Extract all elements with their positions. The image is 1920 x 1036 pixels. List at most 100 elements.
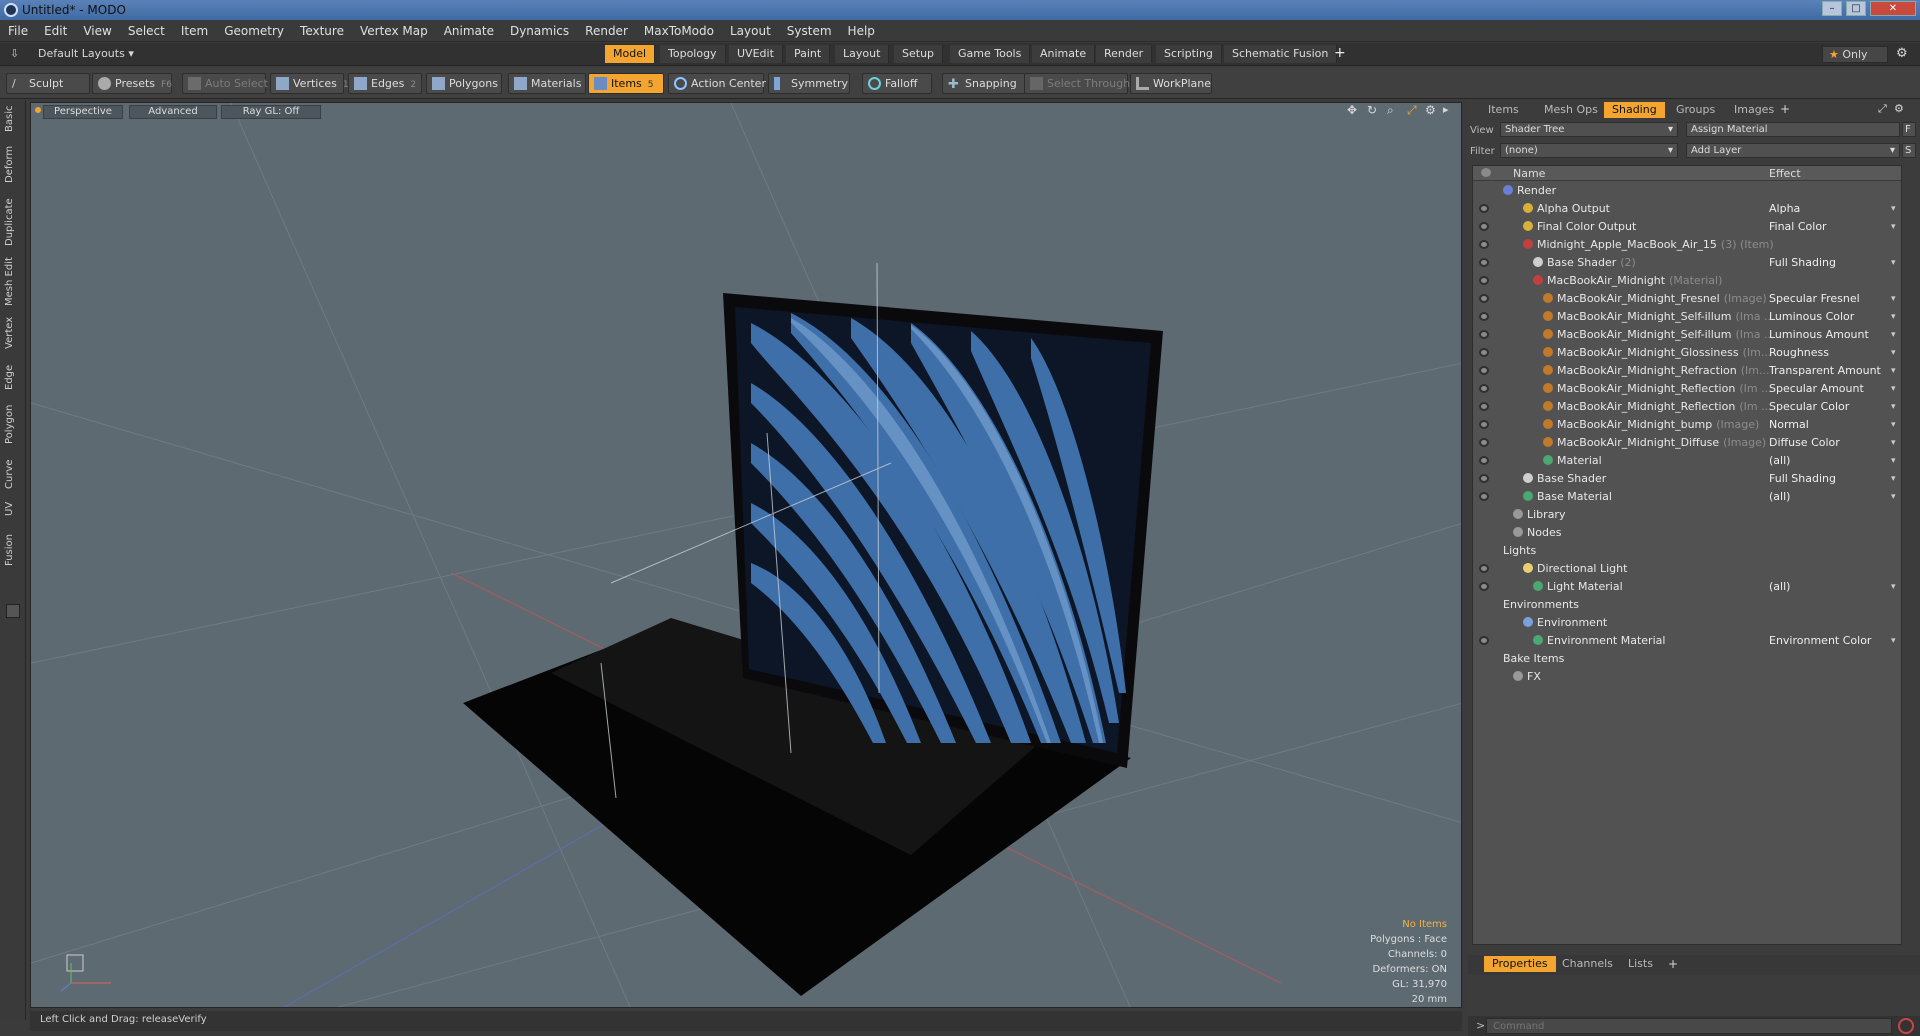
shader-tree-row[interactable]: MacBookAir_Midnight_Reflection (Im ... Spe… [1473,398,1901,416]
shader-tree-row[interactable]: MacBookAir_Midnight_Glossiness (Im... Roug… [1473,344,1901,362]
row-effect[interactable]: Specular Fresnel [1769,290,1860,308]
effect-dropdown-icon[interactable]: ▾ [1891,200,1896,218]
row-effect[interactable]: (all) [1769,488,1790,506]
shader-tree-row[interactable]: Lights [1473,542,1901,560]
row-effect[interactable]: Luminous Color [1769,308,1854,326]
row-effect[interactable]: Specular Amount [1769,380,1864,398]
toolbox-toggle-icon[interactable] [6,604,20,618]
tab-deform[interactable]: Deform [4,144,22,184]
menu-layout[interactable]: Layout [722,20,779,42]
effect-dropdown-icon[interactable]: ▾ [1891,254,1896,272]
visibility-eye-icon[interactable] [1479,438,1489,447]
shader-tree-row[interactable]: Render [1473,182,1901,200]
visibility-eye-icon[interactable] [1479,330,1489,339]
row-effect[interactable]: Specular Color [1769,398,1849,416]
visibility-eye-icon[interactable] [1479,240,1489,249]
advanced-button[interactable]: Advanced [129,105,217,119]
tab-topology[interactable]: Topology [660,45,726,63]
tab-render[interactable]: Render [1096,45,1153,63]
gear-icon[interactable]: ⚙ [1896,46,1908,61]
tab-lists[interactable]: Lists [1620,956,1661,972]
visibility-eye-icon[interactable] [1479,204,1489,213]
menu-vertex-map[interactable]: Vertex Map [352,20,436,42]
tab-images[interactable]: Images [1726,102,1782,118]
symmetry-button[interactable]: Symmetry [768,73,850,94]
select-through-button[interactable]: Select Through [1024,73,1130,94]
effect-dropdown-icon[interactable]: ▾ [1891,326,1896,344]
shader-tree-row[interactable]: Base Material (all) ▾ [1473,488,1901,506]
3d-viewport[interactable]: Perspective Advanced Ray GL: Off ✥ ↻ ⌕ ⤢… [30,102,1462,1008]
shader-tree-row[interactable]: Environment [1473,614,1901,632]
tab-vertex[interactable]: Vertex [4,314,22,352]
effect-dropdown-icon[interactable]: ▾ [1891,380,1896,398]
tab-channels[interactable]: Channels [1554,956,1621,972]
menu-render[interactable]: Render [577,20,636,42]
shader-tree-row[interactable]: MacBookAir_Midnight_Fresnel (Image) Specul… [1473,290,1901,308]
menu-maxtomodo[interactable]: MaxToModo [636,20,722,42]
effect-dropdown-icon[interactable]: ▾ [1891,470,1896,488]
visibility-eye-icon[interactable] [1479,492,1489,501]
workplane-button[interactable]: WorkPlane [1130,73,1212,94]
menu-texture[interactable]: Texture [292,20,352,42]
assign-material-button[interactable]: Assign Material [1686,122,1900,137]
row-effect[interactable]: Roughness [1769,344,1829,362]
snapping-button[interactable]: ✚ Snapping [942,73,1026,94]
shader-tree-row[interactable]: Material (all) ▾ [1473,452,1901,470]
effect-dropdown-icon[interactable]: ▾ [1891,452,1896,470]
filter-dropdown[interactable]: (none) ▾ [1500,143,1678,158]
only-toggle[interactable]: ★ Only [1822,46,1888,63]
shader-tree-row[interactable]: MacBookAir_Midnight_Diffuse (Image) Diffus… [1473,434,1901,452]
menu-geometry[interactable]: Geometry [216,20,292,42]
sculpt-button[interactable]: / Sculpt [6,73,90,94]
column-effect[interactable]: Effect [1769,167,1801,180]
menu-select[interactable]: Select [120,20,173,42]
shader-tree-row[interactable]: Bake Items [1473,650,1901,668]
row-effect[interactable]: Environment Color [1769,632,1871,650]
effect-dropdown-icon[interactable]: ▾ [1891,398,1896,416]
maximize-button[interactable]: □ [1846,1,1866,16]
visibility-eye-icon[interactable] [1479,222,1489,231]
close-button[interactable]: ✕ [1870,1,1916,16]
visibility-eye-icon[interactable] [1479,474,1489,483]
effect-dropdown-icon[interactable]: ▾ [1891,578,1896,596]
layer-shortcut-button[interactable]: S [1902,143,1916,158]
viewport-menu-icon[interactable] [35,107,41,113]
tab-items[interactable]: Items [1480,102,1527,118]
add-panel-tab-icon[interactable]: + [1780,102,1790,116]
vertices-button[interactable]: Vertices 1 [270,73,349,94]
assign-shortcut-button[interactable]: F [1902,122,1916,137]
menu-item[interactable]: Item [173,20,216,42]
effect-dropdown-icon[interactable]: ▾ [1891,416,1896,434]
visibility-eye-icon[interactable] [1479,402,1489,411]
shader-tree-row[interactable]: Nodes [1473,524,1901,542]
effect-dropdown-icon[interactable]: ▾ [1891,344,1896,362]
tab-setup[interactable]: Setup [894,45,944,63]
effect-dropdown-icon[interactable]: ▾ [1891,632,1896,650]
visibility-eye-icon[interactable] [1479,420,1489,429]
row-effect[interactable]: Diffuse Color [1769,434,1840,452]
tab-model[interactable]: Model [605,45,656,63]
menu-system[interactable]: System [779,20,840,42]
shader-tree-row[interactable]: Library [1473,506,1901,524]
menu-animate[interactable]: Animate [436,20,502,42]
shader-tree-row[interactable]: MacBookAir_Midnight_Reflection (Im ... Spe… [1473,380,1901,398]
viewport-gear-icon[interactable]: ⚙ [1425,103,1436,117]
edges-button[interactable]: Edges 2 [348,73,422,94]
panel-gear-icon[interactable]: ⚙ [1894,102,1904,115]
tab-uv[interactable]: UV [4,498,22,520]
effect-dropdown-icon[interactable]: ▾ [1891,434,1896,452]
tab-schematic-fusion[interactable]: Schematic Fusion [1224,45,1338,63]
shader-tree-row[interactable]: Light Material (all) ▾ [1473,578,1901,596]
effect-dropdown-icon[interactable]: ▾ [1891,290,1896,308]
shader-tree-row[interactable]: FX [1473,668,1901,686]
items-button[interactable]: Items 5 [588,73,664,94]
tab-curve[interactable]: Curve [4,456,22,492]
tab-duplicate[interactable]: Duplicate [4,196,22,248]
tab-edge[interactable]: Edge [4,362,22,392]
visibility-eye-icon[interactable] [1479,312,1489,321]
tab-mesh-ops[interactable]: Mesh Ops [1536,102,1606,118]
layouts-dropdown[interactable]: Default Layouts ▾ [38,47,134,60]
row-effect[interactable]: (all) [1769,452,1790,470]
shader-tree-row[interactable]: MacBookAir_Midnight (Material) [1473,272,1901,290]
visibility-eye-icon[interactable] [1479,582,1489,591]
